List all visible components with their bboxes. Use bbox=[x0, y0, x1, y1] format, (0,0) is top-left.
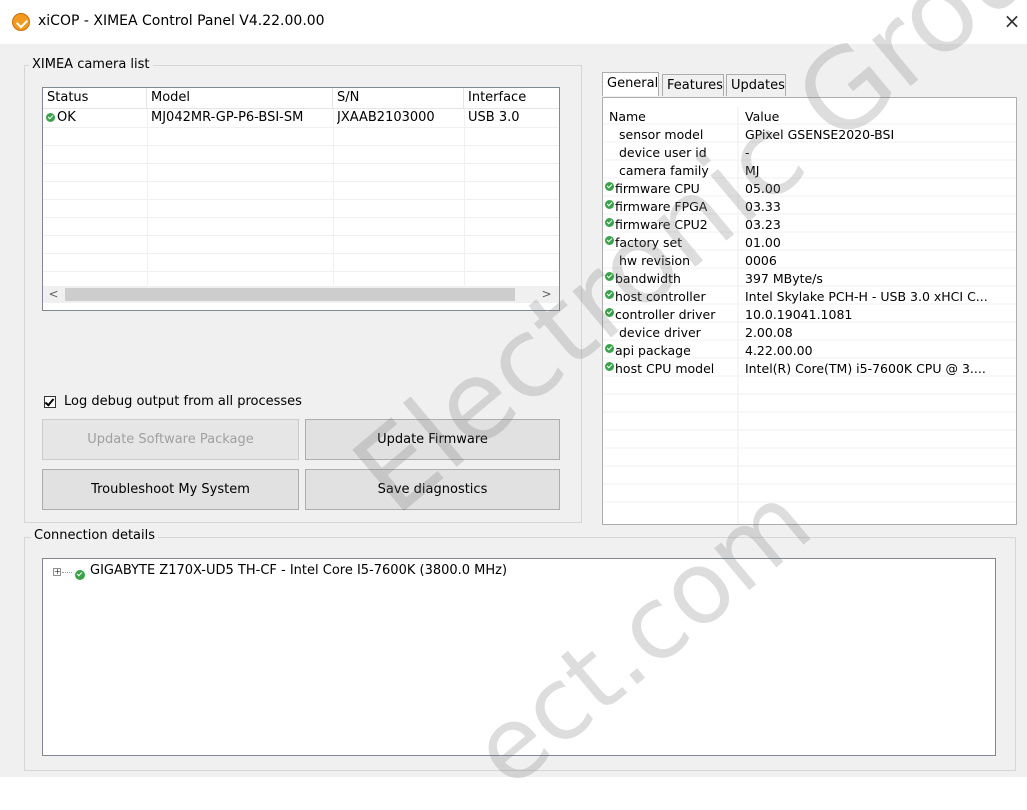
ok-check-icon bbox=[46, 113, 55, 122]
property-value[interactable]: - bbox=[745, 144, 1013, 162]
grid-line bbox=[464, 109, 465, 285]
status-text: OK bbox=[57, 110, 76, 125]
title-bar: xiCOP - XIMEA Control Panel V4.22.00.00 … bbox=[0, 0, 1027, 44]
grid-line bbox=[147, 109, 148, 285]
update-software-button[interactable]: Update Software Package bbox=[42, 419, 299, 460]
property-name[interactable]: firmware FPGA bbox=[615, 198, 707, 216]
grid-line bbox=[43, 145, 559, 146]
ok-check-icon bbox=[605, 218, 614, 227]
property-name[interactable]: device user id bbox=[619, 144, 707, 162]
connection-details-legend: Connection details bbox=[31, 528, 158, 543]
camera-list-header: Status Model S/N Interface bbox=[43, 88, 559, 109]
column-header-interface[interactable]: Interface bbox=[464, 88, 559, 108]
general-tab-page: Name Value sensor model GPixel GSENSE2020… bbox=[602, 97, 1017, 525]
property-value[interactable]: 0006 bbox=[745, 252, 1013, 270]
ok-check-icon bbox=[605, 200, 614, 209]
property-name[interactable]: firmware CPU2 bbox=[615, 216, 708, 234]
property-name[interactable]: factory set bbox=[615, 234, 682, 252]
window-title: xiCOP - XIMEA Control Panel V4.22.00.00 bbox=[38, 13, 325, 29]
property-name[interactable]: host controller bbox=[615, 288, 706, 306]
property-name[interactable]: bandwidth bbox=[615, 270, 681, 288]
save-diagnostics-button[interactable]: Save diagnostics bbox=[305, 469, 560, 510]
troubleshoot-button[interactable]: Troubleshoot My System bbox=[42, 469, 299, 510]
ok-check-icon bbox=[605, 308, 614, 317]
property-name[interactable]: camera family bbox=[619, 162, 709, 180]
ok-check-icon bbox=[75, 569, 85, 580]
grid-line bbox=[43, 181, 559, 182]
horizontal-scrollbar[interactable]: < > bbox=[43, 286, 559, 303]
camera-list-view[interactable]: Status Model S/N Interface OK MJ042MR-GP… bbox=[42, 87, 560, 311]
update-firmware-button[interactable]: Update Firmware bbox=[305, 419, 560, 460]
ok-check-icon bbox=[605, 290, 614, 299]
column-header-status[interactable]: Status bbox=[43, 88, 147, 108]
property-value[interactable]: Intel Skylake PCH-H - USB 3.0 xHCI C... bbox=[745, 288, 1013, 306]
column-header-model[interactable]: Model bbox=[147, 88, 333, 108]
property-header-value: Value bbox=[745, 109, 780, 124]
tab-general[interactable]: General bbox=[602, 72, 659, 96]
property-value[interactable]: 05.00 bbox=[745, 180, 1013, 198]
ok-check-icon bbox=[605, 362, 614, 371]
ok-check-icon bbox=[605, 236, 614, 245]
connection-tree[interactable]: + GIGABYTE Z170X-UD5 TH-CF - Intel Core … bbox=[42, 558, 996, 756]
tree-node-motherboard[interactable]: GIGABYTE Z170X-UD5 TH-CF - Intel Core I5… bbox=[90, 563, 507, 578]
grid-line bbox=[43, 163, 559, 164]
ok-check-icon bbox=[605, 344, 614, 353]
camera-row-model[interactable]: MJ042MR-GP-P6-BSI-SM bbox=[151, 109, 331, 127]
property-value[interactable]: 03.33 bbox=[745, 198, 1013, 216]
grid-line bbox=[43, 271, 559, 272]
property-name[interactable]: host CPU model bbox=[615, 360, 714, 378]
scroll-left-icon[interactable]: < bbox=[45, 286, 62, 303]
tree-connector-line bbox=[62, 572, 72, 574]
property-value[interactable]: Intel(R) Core(TM) i5-7600K CPU @ 3.... bbox=[745, 360, 1013, 378]
log-debug-checkbox[interactable] bbox=[44, 396, 56, 408]
grid-line bbox=[43, 127, 559, 128]
grid-line bbox=[43, 199, 559, 200]
property-header-name: Name bbox=[609, 109, 646, 124]
property-name[interactable]: api package bbox=[615, 342, 691, 360]
tab-features[interactable]: Features bbox=[662, 74, 724, 96]
log-debug-label: Log debug output from all processes bbox=[64, 394, 302, 409]
property-value[interactable]: 10.0.19041.1081 bbox=[745, 306, 1013, 324]
property-value[interactable]: 4.22.00.00 bbox=[745, 342, 1013, 360]
property-name[interactable]: firmware CPU bbox=[615, 180, 700, 198]
property-name[interactable]: sensor model bbox=[619, 126, 703, 144]
property-name[interactable]: device driver bbox=[619, 324, 701, 342]
tab-strip: General Features Updates bbox=[602, 72, 1017, 98]
property-value[interactable]: 01.00 bbox=[745, 234, 1013, 252]
grid-line bbox=[43, 235, 559, 236]
property-value[interactable]: MJ bbox=[745, 162, 1013, 180]
camera-row-interface[interactable]: USB 3.0 bbox=[468, 109, 558, 127]
column-header-sn[interactable]: S/N bbox=[333, 88, 464, 108]
property-value[interactable]: 397 MByte/s bbox=[745, 270, 1013, 288]
property-name[interactable]: hw revision bbox=[619, 252, 690, 270]
scroll-thumb[interactable] bbox=[65, 288, 515, 301]
property-value[interactable]: 2.00.08 bbox=[745, 324, 1013, 342]
ok-check-icon bbox=[605, 272, 614, 281]
camera-list-legend: XIMEA camera list bbox=[29, 57, 153, 72]
close-icon[interactable]: × bbox=[1000, 10, 1024, 34]
ok-check-icon bbox=[605, 182, 614, 191]
grid-line bbox=[43, 253, 559, 254]
ximea-app-icon bbox=[12, 13, 30, 31]
grid-line bbox=[333, 109, 334, 285]
main-window: xiCOP - XIMEA Control Panel V4.22.00.00 … bbox=[0, 0, 1027, 810]
property-name[interactable]: controller driver bbox=[615, 306, 715, 324]
grid-line bbox=[43, 217, 559, 218]
property-value[interactable]: 03.23 bbox=[745, 216, 1013, 234]
property-value[interactable]: GPixel GSENSE2020-BSI bbox=[745, 126, 1013, 144]
camera-row-status[interactable]: OK bbox=[46, 109, 146, 127]
camera-row-sn[interactable]: JXAAB2103000 bbox=[337, 109, 462, 127]
scroll-right-icon[interactable]: > bbox=[538, 286, 555, 303]
tab-updates[interactable]: Updates bbox=[726, 74, 786, 96]
tree-expand-icon[interactable]: + bbox=[53, 568, 61, 576]
